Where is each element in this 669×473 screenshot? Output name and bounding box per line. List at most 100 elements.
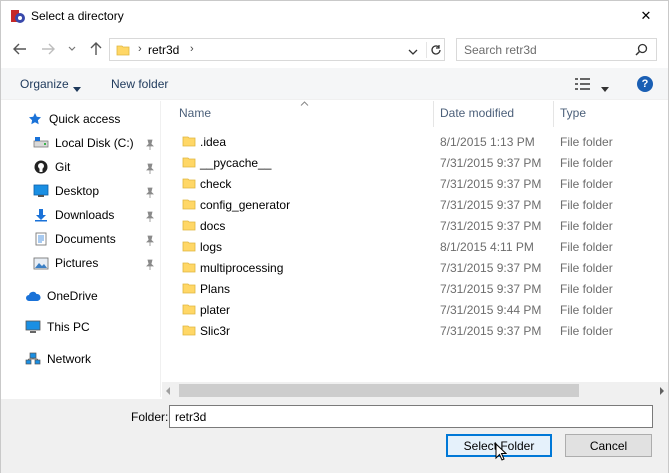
nav-label: OneDrive [47, 289, 98, 303]
nav-label: Desktop [55, 184, 100, 198]
nav-item-desktop[interactable]: Desktop [33, 181, 99, 201]
table-row[interactable]: docs 7/31/2015 9:37 PM File folder [162, 215, 652, 236]
folder-icon [182, 281, 196, 298]
file-name: config_generator [200, 198, 291, 212]
cancel-button[interactable]: Cancel [565, 434, 652, 457]
nav-label: Git [55, 160, 71, 174]
close-icon: ✕ [640, 8, 652, 23]
file-type: File folder [560, 282, 613, 296]
chevron-down-icon [408, 49, 418, 55]
file-name: logs [200, 240, 223, 254]
file-type: File folder [560, 324, 613, 338]
file-type: File folder [560, 303, 613, 317]
table-row[interactable]: Slic3r 7/31/2015 9:37 PM File folder [162, 320, 652, 341]
table-row[interactable]: check 7/31/2015 9:37 PM File folder [162, 173, 652, 194]
back-button[interactable] [11, 40, 29, 58]
file-name: __pycache__ [200, 156, 272, 170]
folder-icon [116, 43, 130, 60]
nav-item-quick-access[interactable]: Quick access [27, 109, 120, 129]
column-divider[interactable] [553, 101, 554, 127]
network-icon [25, 351, 41, 367]
file-type: File folder [560, 135, 613, 149]
scroll-left-icon[interactable] [165, 385, 171, 399]
breadcrumb-separator[interactable]: › [190, 43, 194, 55]
search-icon [635, 43, 648, 59]
forward-button[interactable] [39, 40, 57, 58]
file-date: 7/31/2015 9:37 PM [440, 177, 542, 191]
address-bar[interactable]: › retr3d › [109, 38, 445, 61]
close-button[interactable]: ✕ [624, 1, 668, 31]
column-header-date[interactable]: Date modified [440, 106, 514, 120]
nav-item-onedrive[interactable]: OneDrive [25, 286, 98, 306]
back-arrow-icon [13, 43, 26, 55]
folder-icon [182, 239, 196, 256]
caret-down-icon[interactable] [73, 81, 81, 95]
pictures-icon [33, 255, 49, 271]
cancel-label: Cancel [589, 438, 628, 453]
nav-item-local-disk[interactable]: Local Disk (C:) [33, 133, 134, 153]
folder-icon [182, 260, 196, 277]
mouse-cursor-icon [495, 442, 508, 464]
up-arrow-icon [90, 42, 102, 55]
nav-label: This PC [47, 320, 90, 334]
table-row[interactable]: logs 8/1/2015 4:11 PM File folder [162, 236, 652, 257]
folder-name-input[interactable] [169, 405, 653, 428]
table-row[interactable]: plater 7/31/2015 9:44 PM File folder [162, 299, 652, 320]
nav-item-documents[interactable]: Documents [33, 229, 116, 249]
nav-item-pictures[interactable]: Pictures [33, 253, 98, 273]
nav-label: Downloads [55, 208, 115, 222]
file-name: check [200, 177, 232, 191]
table-row[interactable]: __pycache__ 7/31/2015 9:37 PM File folder [162, 152, 652, 173]
nav-item-git[interactable]: Git [33, 157, 70, 177]
address-dropdown-button[interactable] [408, 45, 418, 59]
table-row[interactable]: .idea 8/1/2015 1:13 PM File folder [162, 131, 652, 152]
pin-icon[interactable] [145, 187, 155, 199]
pin-icon[interactable] [145, 211, 155, 223]
recent-locations-button[interactable] [63, 40, 81, 58]
horizontal-scrollbar[interactable] [162, 382, 668, 399]
scroll-right-icon[interactable] [659, 385, 665, 399]
caret-down-icon[interactable] [601, 81, 609, 95]
organize-button[interactable]: Organize [20, 77, 69, 91]
folder-icon [182, 218, 196, 235]
view-options-icon[interactable] [574, 77, 592, 94]
title-bar: Select a directory ✕ [1, 1, 668, 33]
pin-icon[interactable] [145, 139, 155, 151]
file-date: 7/31/2015 9:37 PM [440, 261, 542, 275]
help-button[interactable]: ? [637, 76, 653, 92]
search-input[interactable]: Search retr3d [456, 38, 657, 61]
file-name: .idea [200, 135, 227, 149]
column-header-name[interactable]: Name [179, 106, 211, 120]
scrollbar-thumb[interactable] [179, 384, 579, 397]
computer-icon [25, 319, 41, 335]
file-type: File folder [560, 198, 613, 212]
table-row[interactable]: Plans 7/31/2015 9:37 PM File folder [162, 278, 652, 299]
refresh-button[interactable] [426, 42, 444, 58]
table-row[interactable]: multiprocessing 7/31/2015 9:37 PM File fol… [162, 257, 652, 278]
breadcrumb-retr3d[interactable]: retr3d [148, 43, 179, 57]
column-divider[interactable] [433, 101, 434, 127]
select-directory-dialog: Select a directory ✕ › retr3d › Search r… [0, 0, 669, 473]
file-date: 7/31/2015 9:44 PM [440, 303, 542, 317]
pin-icon[interactable] [145, 259, 155, 271]
file-type: File folder [560, 240, 613, 254]
window-title: Select a directory [31, 9, 124, 23]
file-date: 8/1/2015 4:11 PM [440, 240, 534, 254]
new-folder-button[interactable]: New folder [111, 77, 168, 91]
nav-label: Documents [55, 232, 116, 246]
nav-label: Network [47, 352, 92, 366]
file-name: docs [200, 219, 226, 233]
pin-icon[interactable] [145, 235, 155, 247]
pin-icon[interactable] [145, 163, 155, 175]
dialog-footer: Folder: Select Folder Cancel [1, 399, 668, 473]
file-name: plater [200, 303, 231, 317]
nav-item-network[interactable]: Network [25, 349, 91, 369]
nav-item-downloads[interactable]: Downloads [33, 205, 114, 225]
up-button[interactable] [87, 40, 105, 58]
nav-item-this-pc[interactable]: This PC [25, 317, 90, 337]
file-date: 7/31/2015 9:37 PM [440, 156, 542, 170]
table-row[interactable]: config_generator 7/31/2015 9:37 PM File fo… [162, 194, 652, 215]
refresh-icon [430, 45, 441, 55]
folder-icon [182, 197, 196, 214]
column-header-type[interactable]: Type [560, 106, 586, 120]
